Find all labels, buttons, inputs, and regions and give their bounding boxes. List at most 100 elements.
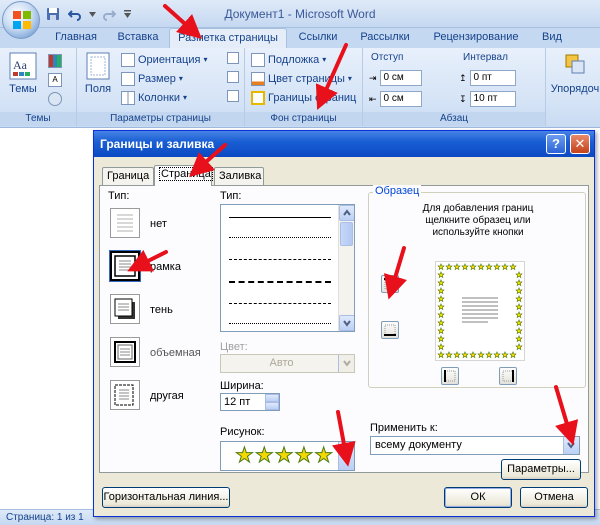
borders-and-shading-dialog: Границы и заливка ? ✕ Граница Страница З… xyxy=(93,130,595,517)
page-shadow-icon xyxy=(114,298,135,319)
hyphenation-icon[interactable] xyxy=(227,90,239,102)
border-star xyxy=(477,350,485,359)
page-borders-button[interactable]: Границы страниц xyxy=(251,90,356,106)
border-star xyxy=(453,262,461,271)
setting-none-option[interactable] xyxy=(110,208,140,238)
margins-button[interactable]: Поля xyxy=(83,52,113,95)
themes-button[interactable]: Aa Темы xyxy=(6,52,40,95)
setting-custom-label: другая xyxy=(150,390,184,402)
spin-down-button[interactable] xyxy=(265,402,279,410)
apply-to-value: всему документу xyxy=(375,439,462,451)
columns-button[interactable]: Колонки ▾ xyxy=(121,90,187,106)
border-star xyxy=(437,286,445,295)
theme-fonts-icon[interactable]: A xyxy=(48,73,62,87)
border-star xyxy=(515,326,523,335)
arrange-button[interactable]: Упорядоч xyxy=(550,52,600,95)
spacing-before-input[interactable]: 0 пт xyxy=(469,70,516,86)
tab-shading[interactable]: Заливка xyxy=(214,167,264,185)
cancel-button[interactable]: Отмена xyxy=(520,487,588,508)
theme-effects-icon[interactable] xyxy=(48,92,62,106)
preview-group: Образец Для добавления границ щелкните о… xyxy=(368,185,586,388)
setting-none-label: нет xyxy=(150,218,167,230)
page-box-icon xyxy=(114,255,136,277)
breaks-icon[interactable] xyxy=(227,52,239,64)
group-paragraph: Отступ ⇥ 0 см ⇤ 0 см Интервал ↥ 0 пт ↧ 1… xyxy=(363,48,546,126)
ribbon-tabs: Главная Вставка Разметка страницы Ссылки… xyxy=(0,28,600,48)
setting-box-option[interactable] xyxy=(109,250,141,282)
width-stepper-buttons xyxy=(265,394,279,410)
spacing-after-input[interactable]: 10 пт xyxy=(469,91,516,107)
watermark-button[interactable]: Подложка ▾ xyxy=(251,52,326,68)
art-dropdown-button[interactable] xyxy=(338,442,354,470)
border-star xyxy=(445,350,453,359)
tab-borders[interactable]: Граница xyxy=(102,167,154,185)
setting-custom-option[interactable] xyxy=(110,380,140,410)
orientation-button[interactable]: Ориентация ▾ xyxy=(121,52,207,68)
right-border-button[interactable] xyxy=(499,367,517,385)
tab-home[interactable]: Главная xyxy=(45,28,107,48)
style-list-scrollbar[interactable] xyxy=(338,205,354,331)
apply-to-dropdown-button[interactable] xyxy=(563,437,579,454)
tab-page-border[interactable]: Страница xyxy=(154,165,213,186)
office-button[interactable] xyxy=(2,1,40,39)
apply-to-dropdown[interactable]: всему документу xyxy=(370,436,580,455)
scroll-down-button[interactable] xyxy=(339,315,354,331)
style-dashed-short[interactable] xyxy=(229,259,331,260)
scroll-thumb[interactable] xyxy=(340,222,353,246)
style-dash-dot-dot[interactable] xyxy=(229,323,331,324)
left-border-button[interactable] xyxy=(441,367,459,385)
tab-view[interactable]: Вид xyxy=(535,28,569,48)
setting-shadow-option[interactable] xyxy=(110,294,140,324)
setting-3d-option[interactable] xyxy=(110,337,140,367)
line-numbers-icon[interactable] xyxy=(227,71,239,83)
tab-mailings[interactable]: Рассылки xyxy=(352,28,418,48)
scroll-up-button[interactable] xyxy=(339,205,354,221)
border-style-list[interactable] xyxy=(220,204,355,332)
arrange-icon xyxy=(565,54,585,74)
border-star xyxy=(437,318,445,327)
horizontal-line-button[interactable]: Горизонтальная линия... xyxy=(102,487,230,508)
group-arrange: Упорядоч xyxy=(546,48,600,126)
dialog-title-bar[interactable]: Границы и заливка ? ✕ xyxy=(94,131,594,157)
art-dropdown[interactable]: ★★★★★ xyxy=(220,441,355,471)
spacing-label: Интервал xyxy=(463,52,508,63)
border-star xyxy=(515,342,523,351)
options-button[interactable]: Параметры... xyxy=(501,459,581,480)
width-stepper[interactable]: 12 пт xyxy=(220,393,280,411)
watermark-icon xyxy=(251,53,265,67)
close-button[interactable]: ✕ xyxy=(570,134,590,154)
border-star xyxy=(437,302,445,311)
border-star xyxy=(515,310,523,319)
bottom-border-button[interactable] xyxy=(381,321,399,339)
tab-references[interactable]: Ссылки xyxy=(290,28,346,48)
top-border-button[interactable] xyxy=(381,275,399,293)
group-label-paragraph: Абзац xyxy=(363,112,545,126)
page-count-status[interactable]: Страница: 1 из 1 xyxy=(6,512,84,523)
tab-page-layout[interactable]: Разметка страницы xyxy=(169,28,287,48)
style-dotted[interactable] xyxy=(229,237,331,238)
border-right-icon xyxy=(502,370,514,382)
style-dash-dot[interactable] xyxy=(229,303,331,304)
help-button[interactable]: ? xyxy=(546,134,566,154)
margins-label: Поля xyxy=(84,83,112,95)
preview-page[interactable] xyxy=(435,261,525,361)
chevron-down-icon xyxy=(342,452,350,459)
page-border-panel: Тип: нет рамка тень объемная другая Тип:… xyxy=(99,185,589,480)
indent-left-input[interactable]: 0 см xyxy=(379,70,422,86)
color-dropdown-button[interactable] xyxy=(338,355,354,372)
ok-button[interactable]: ОК xyxy=(444,487,512,508)
theme-colors-icon[interactable] xyxy=(48,54,62,68)
style-dashed-long[interactable] xyxy=(229,281,331,283)
page-size-icon xyxy=(121,72,135,86)
style-solid[interactable] xyxy=(229,217,331,218)
group-label-page-setup: Параметры страницы xyxy=(77,112,244,126)
indent-right-input[interactable]: 0 см xyxy=(379,91,422,107)
size-button[interactable]: Размер ▾ xyxy=(121,71,183,87)
spin-up-button[interactable] xyxy=(265,394,279,402)
color-dropdown[interactable]: Авто xyxy=(220,354,355,373)
tab-review[interactable]: Рецензирование xyxy=(424,28,528,48)
border-star xyxy=(493,350,501,359)
art-label: Рисунок: xyxy=(220,426,265,438)
page-color-button[interactable]: Цвет страницы ▾ xyxy=(251,71,352,87)
tab-insert[interactable]: Вставка xyxy=(108,28,168,48)
